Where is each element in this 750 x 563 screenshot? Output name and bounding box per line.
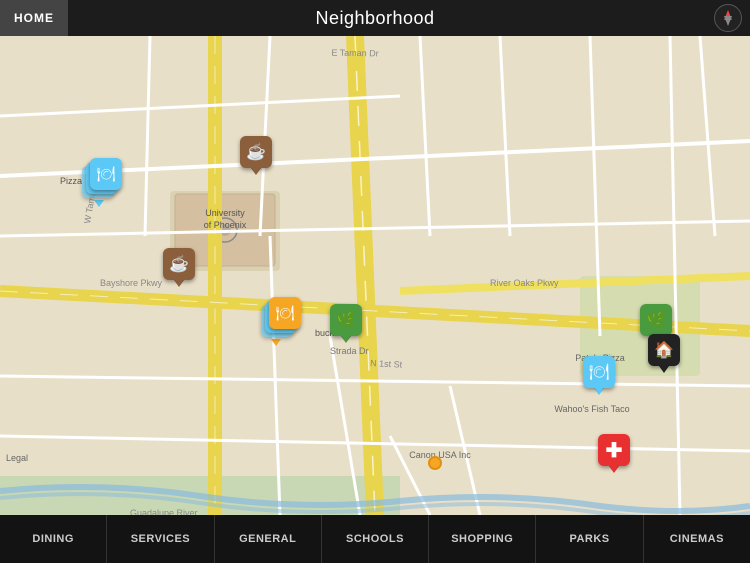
svg-text:of Phoenix: of Phoenix [204, 220, 247, 230]
svg-text:Bayshore Pkwy: Bayshore Pkwy [100, 278, 163, 288]
coffee-marker-2[interactable]: ☕ [163, 248, 195, 287]
nav-general[interactable]: GENERAL [215, 515, 322, 563]
legal-text: Legal [6, 453, 28, 463]
page-title: Neighborhood [315, 8, 434, 29]
app-container: HOME Neighborhood [0, 0, 750, 563]
nav-parks[interactable]: PARKS [536, 515, 643, 563]
nav-cinemas[interactable]: CINEMAS [644, 515, 750, 563]
medical-marker[interactable]: ✚ [598, 434, 630, 473]
map-svg: E Taman Dr W Taman Dr N 1st St Bayshore … [0, 36, 750, 515]
svg-text:E Taman Dr: E Taman Dr [331, 48, 379, 59]
nav-services[interactable]: SERVICES [107, 515, 214, 563]
map-container[interactable]: E Taman Dr W Taman Dr N 1st St Bayshore … [0, 36, 750, 515]
svg-text:Strada Dr: Strada Dr [330, 346, 369, 356]
dining-marker-2[interactable]: 🍽 🍽 🍽 [263, 297, 281, 346]
canon-marker [428, 456, 442, 470]
svg-text:River Oaks Pkwy: River Oaks Pkwy [490, 278, 559, 288]
header: HOME Neighborhood [0, 0, 750, 36]
svg-text:N 1st St: N 1st St [370, 358, 403, 370]
house-marker[interactable]: 🏠 [648, 334, 680, 373]
compass [714, 4, 742, 32]
compass-icon [720, 10, 736, 26]
svg-text:Guadalupe River: Guadalupe River [130, 508, 198, 515]
dining-marker-3[interactable]: 🍽 [583, 356, 615, 395]
coffee-marker-1[interactable]: ☕ [240, 136, 272, 175]
compass-south [724, 16, 732, 26]
nav-dining[interactable]: DINING [0, 515, 107, 563]
nav-shopping[interactable]: SHOPPING [429, 515, 536, 563]
bottom-nav: DINING SERVICES GENERAL SCHOOLS SHOPPING… [0, 515, 750, 563]
svg-text:Wahoo's Fish Taco: Wahoo's Fish Taco [554, 404, 629, 414]
svg-text:University: University [205, 208, 245, 218]
nav-schools[interactable]: SCHOOLS [322, 515, 429, 563]
dining-marker-1[interactable]: 🍽 🍽 🍽 [82, 158, 104, 207]
home-button[interactable]: HOME [0, 0, 68, 36]
green-marker-1[interactable]: 🌿 [330, 304, 362, 343]
svg-text:Pizza: Pizza [60, 176, 82, 186]
